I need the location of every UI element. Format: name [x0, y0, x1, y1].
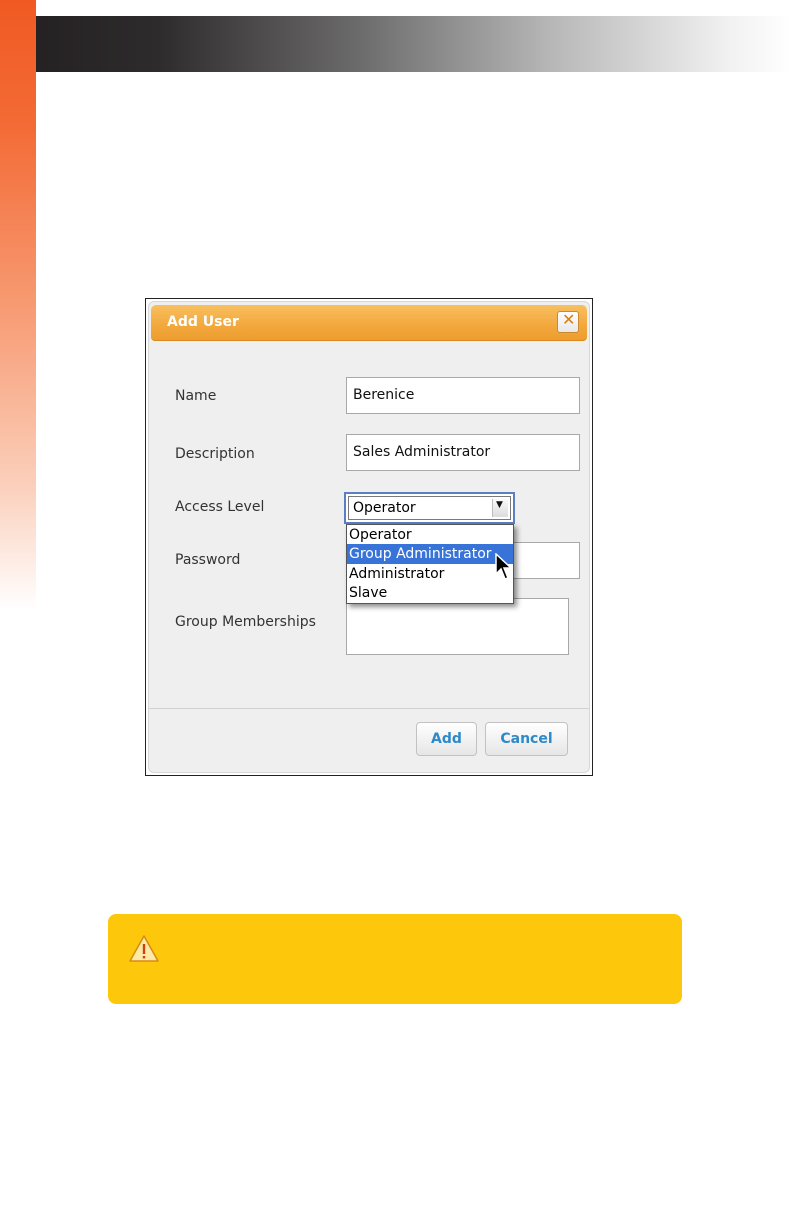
side-accent-bar [0, 0, 36, 610]
name-label: Name [175, 388, 217, 404]
option-administrator[interactable]: Administrator [347, 564, 513, 584]
page-header-band [0, 16, 792, 72]
dialog-title: Add User [167, 314, 239, 330]
access-level-select[interactable]: Operator ▼ [344, 492, 515, 524]
access-level-label: Access Level [175, 499, 265, 515]
password-label: Password [175, 552, 241, 568]
select-inner: Operator ▼ [348, 496, 511, 520]
page-top-margin [0, 0, 792, 16]
description-input[interactable]: Sales Administrator [346, 434, 580, 471]
option-slave[interactable]: Slave [347, 583, 513, 603]
group-memberships-label: Group Memberships [175, 614, 316, 630]
warning-icon [129, 935, 159, 962]
option-group-administrator[interactable]: Group Administrator [347, 544, 513, 564]
close-icon: ✕ [562, 310, 576, 329]
group-memberships-field[interactable] [346, 598, 569, 655]
access-level-value: Operator [353, 500, 416, 516]
chevron-down-icon[interactable]: ▼ [492, 499, 508, 517]
add-button[interactable]: Add [416, 722, 477, 756]
dialog-title-bar: Add User ✕ [151, 305, 587, 341]
dialog-divider [149, 708, 589, 709]
screenshot-frame: Add User ✕ Name Berenice Description Sal… [145, 298, 593, 776]
mouse-pointer-icon [495, 553, 513, 580]
option-operator[interactable]: Operator [347, 525, 513, 545]
name-input[interactable]: Berenice [346, 377, 580, 414]
warning-box [108, 914, 682, 1004]
close-button[interactable]: ✕ [557, 310, 579, 333]
add-user-dialog: Add User ✕ Name Berenice Description Sal… [148, 301, 590, 773]
cancel-button[interactable]: Cancel [485, 722, 568, 756]
description-label: Description [175, 446, 255, 462]
access-level-dropdown: Operator Group Administrator Administrat… [346, 524, 514, 604]
